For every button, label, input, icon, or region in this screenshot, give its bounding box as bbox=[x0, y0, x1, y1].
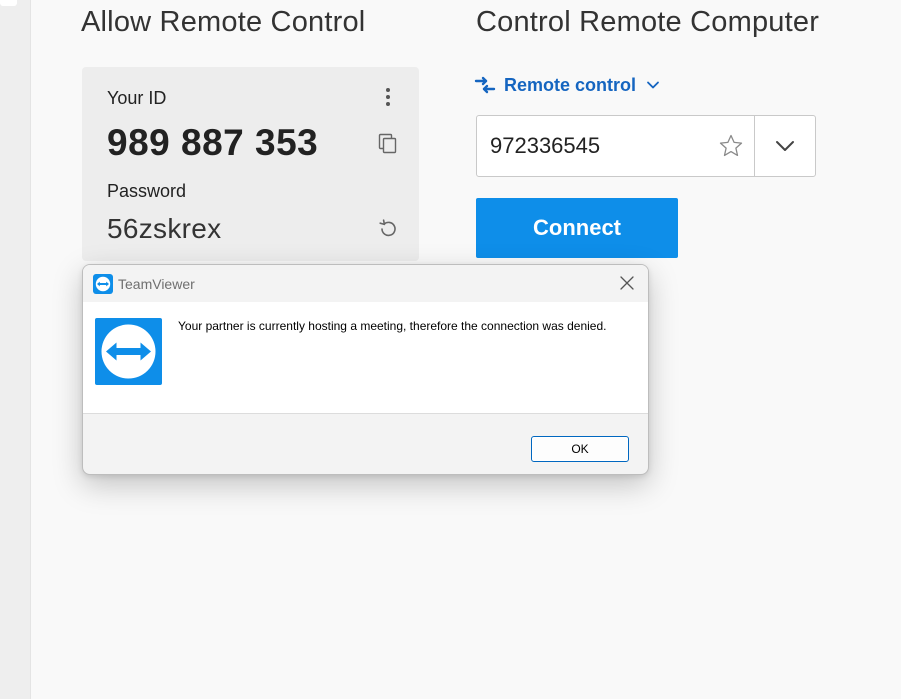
remote-control-mode-label: Remote control bbox=[504, 74, 637, 95]
id-card: Your ID 989 887 353 Password 56zskrex bbox=[82, 67, 419, 261]
chevron-down-icon bbox=[647, 81, 659, 89]
teamviewer-logo bbox=[95, 318, 162, 385]
dialog-message: Your partner is currently hosting a meet… bbox=[178, 319, 607, 333]
password-value: 56zskrex bbox=[107, 213, 222, 244]
refresh-icon[interactable] bbox=[377, 218, 399, 240]
close-icon[interactable] bbox=[619, 275, 635, 291]
your-id-value: 989 887 353 bbox=[107, 122, 319, 163]
chevron-down-icon bbox=[776, 141, 794, 151]
teamviewer-dialog: TeamViewer Your partner is currently hos… bbox=[82, 264, 649, 475]
control-remote-computer-title: Control Remote Computer bbox=[476, 6, 820, 38]
dialog-title: TeamViewer bbox=[118, 276, 195, 292]
allow-remote-control-title: Allow Remote Control bbox=[81, 6, 366, 38]
more-options-icon[interactable] bbox=[379, 85, 397, 109]
connect-button[interactable]: Connect bbox=[476, 198, 678, 258]
your-id-label: Your ID bbox=[107, 88, 167, 108]
dialog-body: Your partner is currently hosting a meet… bbox=[83, 302, 648, 414]
copy-icon[interactable] bbox=[377, 133, 399, 155]
dialog-titlebar: TeamViewer bbox=[83, 265, 648, 302]
partner-id-combo bbox=[476, 115, 816, 177]
star-icon[interactable] bbox=[718, 133, 744, 159]
remote-control-mode-select[interactable]: Remote control bbox=[474, 73, 660, 97]
partner-id-input[interactable] bbox=[477, 116, 754, 176]
password-label: Password bbox=[107, 181, 187, 201]
left-rail bbox=[0, 0, 31, 699]
left-rail-tab bbox=[0, 0, 17, 6]
swap-arrows-icon bbox=[474, 76, 496, 94]
ok-button[interactable]: OK bbox=[531, 436, 629, 462]
partner-id-dropdown-button[interactable] bbox=[755, 116, 815, 176]
teamviewer-logo-icon bbox=[93, 274, 113, 294]
